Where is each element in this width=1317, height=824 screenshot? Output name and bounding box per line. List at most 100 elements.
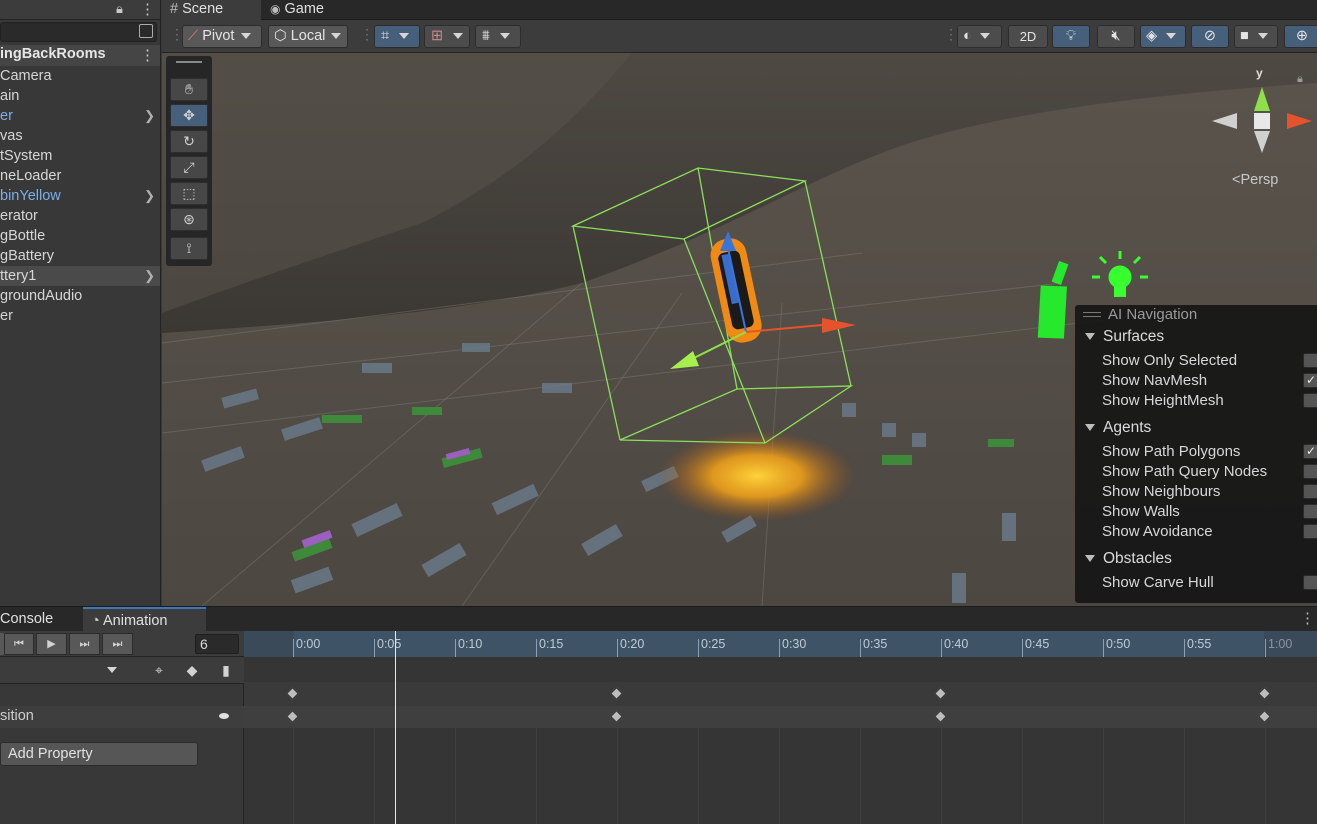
add-property-button[interactable]: Add Property xyxy=(0,742,198,766)
tab-console[interactable]: Console xyxy=(0,610,80,630)
hierarchy-item[interactable]: ttery1 ❯ xyxy=(0,266,160,286)
drag-handle-icon[interactable] xyxy=(176,61,202,63)
transform-tool-button[interactable]: ⊛ xyxy=(170,208,208,231)
hierarchy-item[interactable]: er ❯ xyxy=(0,106,160,126)
lightbulb-icon: 💡︎ xyxy=(1065,28,1077,44)
show-carve-hull-checkbox[interactable] xyxy=(1303,575,1317,590)
last-key-button[interactable]: ⏭︎ xyxy=(102,633,133,655)
chevron-down-icon xyxy=(979,33,990,40)
shading-mode-dropdown[interactable]: ◐ xyxy=(957,25,1002,48)
tab-game[interactable]: ◉ Game xyxy=(262,0,362,20)
play-button[interactable]: ▶ xyxy=(36,633,67,655)
toggle-2d-button[interactable]: 2D xyxy=(1008,25,1048,48)
hierarchy-item[interactable]: er xyxy=(0,306,160,326)
pivot-dropdown[interactable]: ⟋ Pivot xyxy=(182,25,262,48)
section-surfaces[interactable]: Surfaces xyxy=(1085,328,1164,346)
increment-snap-button[interactable]: ⊞ xyxy=(424,25,470,48)
sphere-icon: ◐ xyxy=(963,28,972,44)
property-dot-icon[interactable] xyxy=(219,713,229,719)
ruler-label: 0:10 xyxy=(458,637,483,651)
playhead[interactable] xyxy=(395,631,396,824)
cube-icon: ⬡ xyxy=(274,28,287,44)
show-neighbours-checkbox[interactable] xyxy=(1303,484,1317,499)
property-row[interactable]: sition xyxy=(0,706,244,728)
rotate-tool-button[interactable]: ↻ xyxy=(170,130,208,153)
next-key-button[interactable]: ⏭︎ xyxy=(69,633,100,655)
hierarchy-item[interactable]: neLoader xyxy=(0,166,160,186)
camera-dropdown[interactable]: ■ xyxy=(1234,25,1278,48)
search-expand-icon[interactable] xyxy=(139,24,153,38)
more-menu-icon[interactable]: ⋮ xyxy=(1300,609,1315,627)
show-path-polygons-checkbox[interactable]: ✓ xyxy=(1303,444,1317,459)
drag-handle-icon[interactable] xyxy=(1083,312,1101,317)
rect-tool-button[interactable]: ⬚ xyxy=(170,182,208,205)
more-menu-icon[interactable]: ⋮ xyxy=(140,0,155,18)
lighting-toggle-button[interactable]: 💡︎ xyxy=(1052,25,1090,48)
hierarchy-item[interactable]: gBattery xyxy=(0,246,160,266)
tab-animation[interactable]: ◔ Animation xyxy=(83,607,206,632)
section-agents[interactable]: Agents xyxy=(1085,419,1151,437)
chevron-right-icon[interactable]: ❯ xyxy=(144,106,155,126)
chevron-down-icon xyxy=(453,33,464,40)
scene-root-row[interactable]: ingBackRooms ⋮ xyxy=(0,45,160,66)
frame-input[interactable]: 6 xyxy=(195,634,239,654)
clip-dropdown[interactable] xyxy=(0,660,123,681)
gizmo-lock-icon[interactable]: 🔒︎ xyxy=(1297,73,1303,86)
effects-dropdown[interactable]: ◈ xyxy=(1140,25,1186,48)
first-key-button[interactable]: ⏮︎ xyxy=(4,633,34,655)
projection-label: Persp xyxy=(1240,172,1279,188)
custom-tool-button[interactable]: ⟟ xyxy=(170,237,208,260)
hierarchy-search-input[interactable] xyxy=(0,22,157,42)
triangle-down-icon xyxy=(1085,424,1095,432)
tab-scene[interactable]: # Scene xyxy=(162,0,261,20)
projection-toggle[interactable]: <Persp xyxy=(1232,172,1278,188)
section-label: Agents xyxy=(1103,419,1152,436)
hierarchy-item-label: binYellow xyxy=(0,188,61,204)
hierarchy-item[interactable]: vas xyxy=(0,126,160,146)
hierarchy-item[interactable]: Camera xyxy=(0,66,160,86)
visibility-toggle-button[interactable]: ⊘ xyxy=(1191,25,1229,48)
chevron-right-icon[interactable]: ❯ xyxy=(144,186,155,206)
show-navmesh-checkbox[interactable]: ✓ xyxy=(1303,373,1317,388)
camera-icon: ■ xyxy=(1240,28,1249,44)
rotate-icon: ↻ xyxy=(183,133,195,149)
add-event-button[interactable]: ▮ xyxy=(212,660,240,681)
snap-settings-button[interactable]: ⩩ xyxy=(475,25,521,48)
show-only-selected-checkbox[interactable] xyxy=(1303,353,1317,368)
show-path-query-nodes-checkbox[interactable] xyxy=(1303,464,1317,479)
hierarchy-item[interactable]: tSystem xyxy=(0,146,160,166)
lock-icon[interactable]: 🔒︎ xyxy=(116,1,123,17)
gizmos-button[interactable]: ⊕ xyxy=(1284,25,1317,48)
grid-snap-button[interactable]: ⌗ xyxy=(374,25,420,48)
ruler-label: 0:15 xyxy=(539,637,564,651)
audio-toggle-button[interactable]: 🔇︎ xyxy=(1097,25,1135,48)
add-keyframe-button[interactable]: ◆ xyxy=(178,660,206,681)
hierarchy-item[interactable]: binYellow ❯ xyxy=(0,186,160,206)
hand-tool-button[interactable]: ✋︎ xyxy=(170,78,208,101)
timeline-ruler[interactable]: 0:00 0:05 0:10 0:15 0:20 0:25 0:30 0:35 0:40 0:45… xyxy=(244,631,1317,657)
section-obstacles[interactable]: Obstacles xyxy=(1085,550,1172,568)
hierarchy-item-label: er xyxy=(0,308,13,324)
gizmo-axis-y: y xyxy=(1256,66,1263,80)
show-heightmesh-checkbox[interactable] xyxy=(1303,393,1317,408)
ruler-tick xyxy=(374,639,375,657)
scene-menu-icon[interactable]: ⋮ xyxy=(140,46,155,64)
filter-keys-button[interactable]: ⌖ xyxy=(145,660,173,681)
playback-controls: ⏮︎ ▶ ⏭︎ ⏭︎ 6 xyxy=(0,631,244,657)
ruler-label: 0:35 xyxy=(863,637,888,651)
hierarchy-item[interactable]: ain xyxy=(0,86,160,106)
chevron-right-icon[interactable]: ❯ xyxy=(144,266,155,286)
scale-tool-button[interactable]: ⤢ xyxy=(170,156,208,179)
hierarchy-item[interactable]: groundAudio xyxy=(0,286,160,306)
show-walls-checkbox[interactable] xyxy=(1303,504,1317,519)
ruler-label: 0:55 xyxy=(1187,637,1212,651)
hierarchy-item-label: tSystem xyxy=(0,148,53,164)
dopesheet[interactable] xyxy=(244,631,1317,824)
local-dropdown[interactable]: ⬡ Local xyxy=(268,25,348,48)
move-tool-button[interactable]: ✥ xyxy=(170,104,208,127)
hierarchy-item[interactable]: erator xyxy=(0,206,160,226)
show-avoidance-checkbox[interactable] xyxy=(1303,524,1317,539)
hierarchy-item[interactable]: gBottle xyxy=(0,226,160,246)
chevron-down-icon xyxy=(107,667,117,673)
section-label: Surfaces xyxy=(1103,328,1165,345)
